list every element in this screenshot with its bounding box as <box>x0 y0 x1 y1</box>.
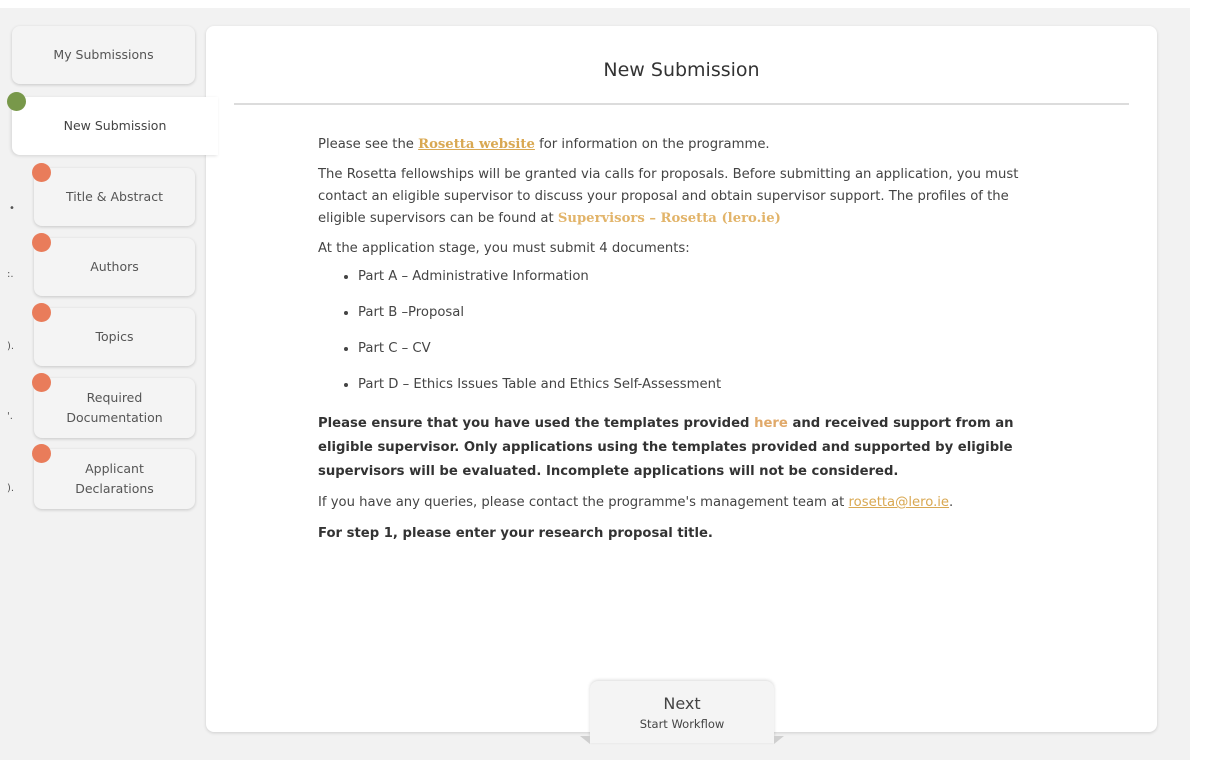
step1-instruction: For step 1, please enter your research p… <box>318 526 713 541</box>
page-title: New Submission <box>603 59 760 81</box>
list-item: Part A – Administrative Information <box>358 268 1048 294</box>
documents-intro: At the application stage, you must submi… <box>318 241 690 256</box>
instructions: Please see the Rosetta website for infor… <box>318 134 1048 554</box>
step-topics[interactable]: Topics <box>34 308 195 366</box>
intro-text: Please see the <box>318 137 419 152</box>
templates-link[interactable]: here <box>754 416 788 431</box>
contact-paragraph: If you have any queries, please contact … <box>318 492 1048 514</box>
intro-paragraph: Please see the Rosetta website for infor… <box>318 134 1048 156</box>
step-label: Required Documentation <box>66 390 163 425</box>
tab-new-submission-label: New Submission <box>63 118 167 133</box>
next-button-sublabel: Start Workflow <box>639 717 725 731</box>
next-button-label: Next <box>663 694 701 713</box>
documents-list: Part A – Administrative Information Part… <box>318 268 1048 402</box>
main-panel: New Submission Please see the Rosetta we… <box>206 26 1157 732</box>
step-marker: ). <box>7 483 15 494</box>
step-dot-applicant-declarations <box>32 444 51 463</box>
intro-text-after: for information on the programme. <box>534 137 770 152</box>
active-step-dot <box>7 92 26 111</box>
step-required-documentation[interactable]: Required Documentation <box>34 378 195 438</box>
list-item: Part D – Ethics Issues Table and Ethics … <box>358 376 1048 402</box>
tab-new-submission[interactable]: New Submission <box>12 97 218 155</box>
list-item: Part B –Proposal <box>358 304 1048 330</box>
rosetta-website-link[interactable]: Rosetta website <box>418 137 535 152</box>
step-label: Topics <box>95 329 134 344</box>
step-authors[interactable]: Authors <box>34 238 195 296</box>
contact-email-link[interactable]: rosetta@lero.ie <box>849 495 950 510</box>
step-title-abstract[interactable]: Title & Abstract <box>34 168 195 226</box>
next-button-corner-left <box>580 736 590 744</box>
tab-my-submissions-label: My Submissions <box>53 47 154 62</box>
step-dot-authors <box>32 233 51 252</box>
next-button-corner-right <box>774 736 784 744</box>
contact-period: . <box>949 495 954 510</box>
step-applicant-declarations[interactable]: Applicant Declarations <box>34 449 195 509</box>
step-dot-topics <box>32 303 51 322</box>
step-marker: • <box>9 203 15 214</box>
step-marker: '. <box>7 411 13 422</box>
step-label: Title & Abstract <box>66 189 163 204</box>
top-strip <box>0 0 1205 8</box>
step-marker: :. <box>7 269 14 280</box>
supervisor-paragraph: The Rosetta fellowships will be granted … <box>318 164 1048 230</box>
templates-notice: Please ensure that you have used the tem… <box>318 412 1048 484</box>
list-item: Part C – CV <box>358 340 1048 366</box>
title-divider <box>234 103 1129 105</box>
step-marker: ). <box>7 341 15 352</box>
step-dot-title-abstract <box>32 163 51 182</box>
tab-my-submissions[interactable]: My Submissions <box>12 26 195 84</box>
right-strip <box>1190 0 1205 760</box>
supervisors-link[interactable]: Supervisors – Rosetta (lero.ie) <box>558 211 781 226</box>
step-dot-required-documentation <box>32 373 51 392</box>
step-label: Authors <box>90 259 139 274</box>
step-label: Applicant Declarations <box>75 461 154 496</box>
contact-text: If you have any queries, please contact … <box>318 495 849 510</box>
notice-text: Please ensure that you have used the tem… <box>318 416 755 431</box>
next-button[interactable]: Next Start Workflow <box>590 681 774 743</box>
